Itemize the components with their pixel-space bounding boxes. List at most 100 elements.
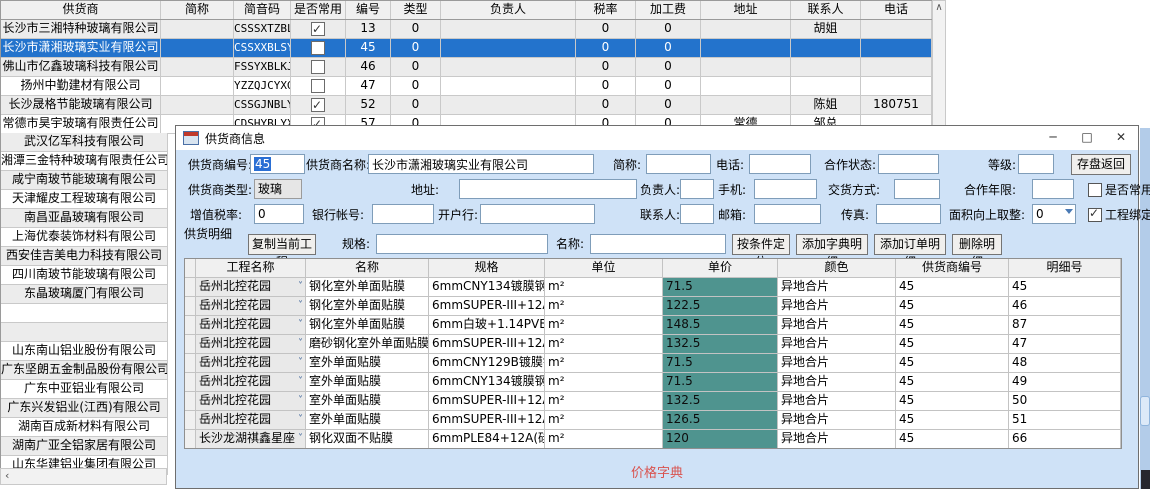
table-cell[interactable]: 长沙晟格节能玻璃有限公司 bbox=[1, 96, 161, 114]
detail-cell[interactable]: 异地合片 bbox=[778, 373, 896, 391]
detail-cell[interactable]: 45 bbox=[896, 392, 1009, 410]
table-cell[interactable]: 胡姐 bbox=[791, 20, 861, 38]
table-cell[interactable]: CSSGJNBLYXGS bbox=[234, 96, 291, 114]
row-header[interactable] bbox=[185, 297, 196, 315]
detail-cell[interactable]: 6mmCNY129B镀膜钢化 bbox=[429, 354, 545, 372]
list-item[interactable]: 广东兴发铝业(江西)有限公司 bbox=[1, 399, 168, 418]
column-header[interactable]: 单位 bbox=[545, 259, 663, 277]
spec-filter-input[interactable] bbox=[376, 234, 548, 254]
detail-cell[interactable]: 45 bbox=[896, 354, 1009, 372]
table-cell[interactable]: 长沙市潇湘玻璃实业有限公司 bbox=[1, 39, 161, 57]
mobile-input[interactable] bbox=[754, 179, 817, 199]
detail-cell[interactable]: 6mmSUPER-III+12A(硅... bbox=[429, 392, 545, 410]
list-item[interactable] bbox=[1, 323, 168, 342]
row-header[interactable] bbox=[185, 354, 196, 372]
detail-cell[interactable]: 50 bbox=[1009, 392, 1121, 410]
detail-cell[interactable]: 异地合片 bbox=[778, 335, 896, 353]
abbr-input[interactable] bbox=[646, 154, 711, 174]
supplier-no-input[interactable]: 45 bbox=[250, 154, 305, 174]
coop-status-input[interactable] bbox=[878, 154, 939, 174]
common-checkbox-cell[interactable] bbox=[291, 20, 346, 38]
table-cell[interactable] bbox=[701, 77, 791, 95]
detail-cell[interactable]: 异地合片 bbox=[778, 278, 896, 296]
detail-cell[interactable]: 45 bbox=[896, 430, 1009, 448]
detail-table-row[interactable]: 岳州北控花园˅钢化室外单面贴膜6mmCNY134镀膜钢化m²71.5异地合片45… bbox=[185, 278, 1121, 297]
table-row[interactable]: 长沙市潇湘玻璃实业有限公司CSSXXBLSY...45000 bbox=[1, 39, 933, 58]
common-checkbox-cell[interactable] bbox=[291, 58, 346, 76]
add-dict-detail-button[interactable]: 添加字典明细 bbox=[796, 234, 868, 255]
table-cell[interactable] bbox=[861, 39, 932, 57]
column-header[interactable]: 颜色 bbox=[778, 259, 896, 277]
row-header[interactable] bbox=[185, 373, 196, 391]
scroll-up-icon[interactable]: ∧ bbox=[933, 1, 945, 16]
checkbox[interactable] bbox=[311, 60, 325, 74]
supplier-type-input[interactable]: 玻璃 bbox=[254, 179, 302, 199]
table-cell[interactable] bbox=[701, 20, 791, 38]
scroll-left-icon[interactable]: ‹ bbox=[5, 469, 9, 482]
dropdown-arrow-icon[interactable]: ˅ bbox=[298, 278, 303, 295]
detail-cell[interactable]: 岳州北控花园˅ bbox=[196, 354, 306, 372]
detail-table-row[interactable]: 岳州北控花园˅磨砂钢化室外单面贴膜6mmSUPER-III+12A(硅...m²… bbox=[185, 335, 1121, 354]
table-row[interactable]: 扬州中勤建材有限公司YZZQJCYXGS47000 bbox=[1, 77, 933, 96]
locate-by-condition-button[interactable]: 按条件定位 bbox=[732, 234, 790, 255]
column-header[interactable]: 加工费 bbox=[636, 1, 701, 19]
row-header[interactable] bbox=[185, 392, 196, 410]
detail-cell[interactable]: 6mmSUPER-III+12A(硅... bbox=[429, 411, 545, 429]
detail-cell[interactable]: 室外单面贴膜 bbox=[306, 392, 429, 410]
table-cell[interactable] bbox=[441, 39, 576, 57]
detail-cell[interactable]: m² bbox=[545, 316, 663, 334]
table-cell[interactable]: FSSYXBLKJ... bbox=[234, 58, 291, 76]
detail-cell[interactable]: 45 bbox=[1009, 278, 1121, 296]
window-right-scrollbar-thumb[interactable] bbox=[1140, 396, 1150, 426]
table-cell[interactable]: 46 bbox=[346, 58, 391, 76]
detail-cell[interactable]: 71.5 bbox=[663, 278, 778, 296]
table-cell[interactable]: 0 bbox=[636, 39, 701, 57]
table-cell[interactable] bbox=[861, 58, 932, 76]
list-item[interactable]: 武汉亿军科技有限公司 bbox=[1, 133, 168, 152]
dropdown-arrow-icon[interactable]: ˅ bbox=[298, 316, 303, 333]
detail-cell[interactable]: 87 bbox=[1009, 316, 1121, 334]
table-row[interactable]: 佛山市亿鑫玻璃科技有限公司FSSYXBLKJ...46000 bbox=[1, 58, 933, 77]
detail-cell[interactable]: 45 bbox=[896, 335, 1009, 353]
list-item[interactable]: 广东中亚铝业有限公司 bbox=[1, 380, 168, 399]
column-header[interactable]: 类型 bbox=[391, 1, 441, 19]
detail-cell[interactable]: 148.5 bbox=[663, 316, 778, 334]
detail-cell[interactable]: 岳州北控花园˅ bbox=[196, 392, 306, 410]
dropdown-arrow-icon[interactable]: ˅ bbox=[298, 335, 303, 352]
column-header[interactable]: 联系人 bbox=[791, 1, 861, 19]
table-cell[interactable] bbox=[861, 77, 932, 95]
detail-cell[interactable]: 岳州北控花园˅ bbox=[196, 411, 306, 429]
table-cell[interactable] bbox=[791, 77, 861, 95]
checkbox[interactable] bbox=[311, 79, 325, 93]
detail-cell[interactable]: 异地合片 bbox=[778, 430, 896, 448]
vat-rate-input[interactable] bbox=[254, 204, 304, 224]
table-cell[interactable]: 13 bbox=[346, 20, 391, 38]
column-header[interactable]: 电话 bbox=[861, 1, 932, 19]
detail-cell[interactable]: 钢化双面不贴膜 bbox=[306, 430, 429, 448]
table-cell[interactable]: CSSSXTZBL... bbox=[234, 20, 291, 38]
column-header[interactable]: 工程名称 bbox=[196, 259, 306, 277]
chevron-down-icon[interactable] bbox=[1065, 209, 1073, 214]
table-cell[interactable] bbox=[791, 39, 861, 57]
list-item[interactable]: 咸宁南玻节能玻璃有限公司 bbox=[1, 171, 168, 190]
detail-table-row[interactable]: 岳州北控花园˅钢化室外单面贴膜6mmSUPER-III+12A(硅...m²12… bbox=[185, 297, 1121, 316]
dropdown-arrow-icon[interactable]: ˅ bbox=[298, 373, 303, 390]
row-header[interactable] bbox=[185, 335, 196, 353]
save-return-button[interactable]: 存盘返回 bbox=[1071, 154, 1131, 175]
detail-cell[interactable]: 45 bbox=[896, 297, 1009, 315]
table-cell[interactable]: 长沙市三湘特种玻璃有限公司 bbox=[1, 20, 161, 38]
table-cell[interactable] bbox=[161, 39, 234, 57]
table-cell[interactable]: 45 bbox=[346, 39, 391, 57]
detail-cell[interactable]: 异地合片 bbox=[778, 297, 896, 315]
dropdown-arrow-icon[interactable]: ˅ bbox=[298, 354, 303, 371]
column-header[interactable]: 负责人 bbox=[441, 1, 576, 19]
table-cell[interactable] bbox=[861, 20, 932, 38]
common-use-checkbox[interactable] bbox=[1088, 183, 1102, 197]
detail-cell[interactable]: 室外单面贴膜 bbox=[306, 354, 429, 372]
dropdown-arrow-icon[interactable]: ˅ bbox=[298, 297, 303, 314]
detail-cell[interactable]: 6mmSUPER-III+12A(硅... bbox=[429, 297, 545, 315]
project-bind-checkbox[interactable] bbox=[1088, 208, 1102, 222]
fax-input[interactable] bbox=[876, 204, 941, 224]
detail-cell[interactable]: 122.5 bbox=[663, 297, 778, 315]
detail-cell[interactable]: 6mmSUPER-III+12A(硅... bbox=[429, 335, 545, 353]
